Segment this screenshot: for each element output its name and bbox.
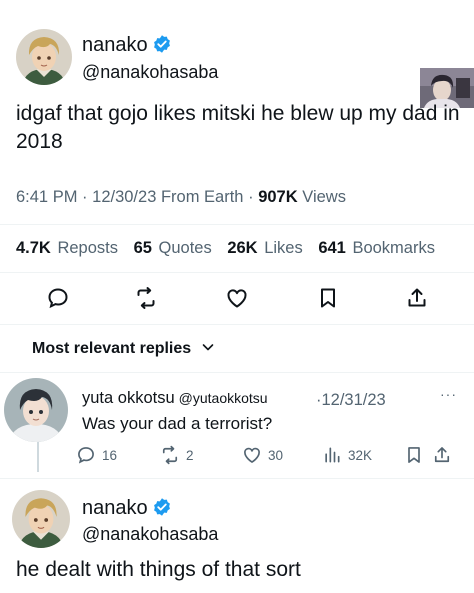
reply-icon[interactable] xyxy=(46,286,70,310)
reply-author-name[interactable]: yuta okkotsu xyxy=(82,389,175,407)
tweet-actions xyxy=(0,286,474,314)
tweet-meta: 6:41 PM · 12/30/23 From Earth · 907K Vie… xyxy=(16,188,346,207)
bookmark-icon[interactable] xyxy=(316,286,340,310)
repost-icon xyxy=(162,445,178,465)
share-icon xyxy=(434,447,450,463)
divider xyxy=(0,372,474,373)
author-handle[interactable]: @nanakohasaba xyxy=(82,62,218,83)
reply-views-count: 32K xyxy=(348,447,373,463)
tweet-time[interactable]: 6:41 PM xyxy=(16,188,77,206)
reply-reply-count: 16 xyxy=(102,447,118,463)
bookmarks-count: 641 xyxy=(318,239,346,257)
quotes-stat[interactable]: 65 Quotes xyxy=(134,239,212,257)
quotes-count: 65 xyxy=(133,239,152,257)
reply-icon xyxy=(78,447,94,464)
reply-repost-button[interactable]: 2 xyxy=(160,444,194,466)
avatar-nanako[interactable] xyxy=(16,29,72,85)
repost-icon[interactable] xyxy=(134,286,158,310)
meta-separator: · xyxy=(248,188,254,206)
divider xyxy=(0,324,474,325)
engagement-stats: 4.7K Reposts 65 Quotes 26K Likes 641 Boo… xyxy=(16,239,446,258)
author-name-text[interactable]: nanako xyxy=(82,34,148,56)
reply-actions: 16 2 30 32K xyxy=(0,444,474,470)
reply-date[interactable]: ·12/31/23 xyxy=(316,391,386,410)
divider xyxy=(0,224,474,225)
reply-like-count: 30 xyxy=(268,447,284,463)
replies-sort-dropdown[interactable]: Most relevant replies xyxy=(32,340,215,358)
reply-author-handle[interactable]: @yutaokkotsu xyxy=(179,390,268,406)
reposts-label: Reposts xyxy=(57,239,118,257)
reply2-text: he dealt with things of that sort xyxy=(16,558,301,581)
bookmark-icon xyxy=(408,447,420,463)
avatar-nanako[interactable] xyxy=(12,490,70,548)
reposts-stat[interactable]: 4.7K Reposts xyxy=(16,239,118,257)
tweet-source: From Earth xyxy=(160,188,244,206)
reply-share-button[interactable] xyxy=(432,444,452,466)
likes-label: Likes xyxy=(264,239,303,257)
views-count: 907K xyxy=(258,188,298,206)
reply-views-button[interactable]: 32K xyxy=(322,444,372,466)
more-options-icon[interactable]: ··· xyxy=(440,386,457,402)
tweet-text: idgaf that gojo likes mitski he blew up … xyxy=(16,102,460,153)
verified-badge-icon xyxy=(152,497,172,517)
likes-count: 26K xyxy=(227,239,258,257)
quotes-label: Quotes xyxy=(158,239,212,257)
bookmarks-label: Bookmarks xyxy=(352,239,435,257)
reply-author[interactable]: yuta okkotsu @yutaokkotsu xyxy=(82,389,268,408)
divider xyxy=(0,272,474,273)
meta-separator: · xyxy=(82,188,88,206)
reply-bookmark-button[interactable] xyxy=(404,444,424,466)
author-name[interactable]: nanako xyxy=(82,34,172,57)
tweet-date[interactable]: 12/30/23 xyxy=(92,188,156,206)
reply-date-text[interactable]: 12/31/23 xyxy=(322,391,386,409)
reply-reply-button[interactable]: 16 xyxy=(76,444,117,466)
reply-like-button[interactable]: 30 xyxy=(242,444,283,466)
share-icon[interactable] xyxy=(405,286,429,310)
bookmarks-stat[interactable]: 641 Bookmarks xyxy=(318,239,435,257)
like-icon[interactable] xyxy=(225,286,249,310)
reply2-author-name-text[interactable]: nanako xyxy=(82,497,148,519)
likes-stat[interactable]: 26K Likes xyxy=(227,239,302,257)
like-icon xyxy=(244,447,260,463)
replies-sort-label: Most relevant replies xyxy=(32,340,192,357)
views-icon xyxy=(325,447,340,463)
reply2-author-handle[interactable]: @nanakohasaba xyxy=(82,524,218,545)
reply2-author-name[interactable]: nanako xyxy=(82,497,172,520)
avatar-yuta[interactable] xyxy=(4,378,68,442)
views-label: Views xyxy=(302,188,346,206)
divider xyxy=(0,478,474,479)
reply-text: Was your dad a terrorist? xyxy=(82,414,273,433)
verified-badge-icon xyxy=(152,34,172,54)
chevron-down-icon xyxy=(202,344,214,351)
reposts-count: 4.7K xyxy=(16,239,51,257)
reply-repost-count: 2 xyxy=(186,447,194,463)
